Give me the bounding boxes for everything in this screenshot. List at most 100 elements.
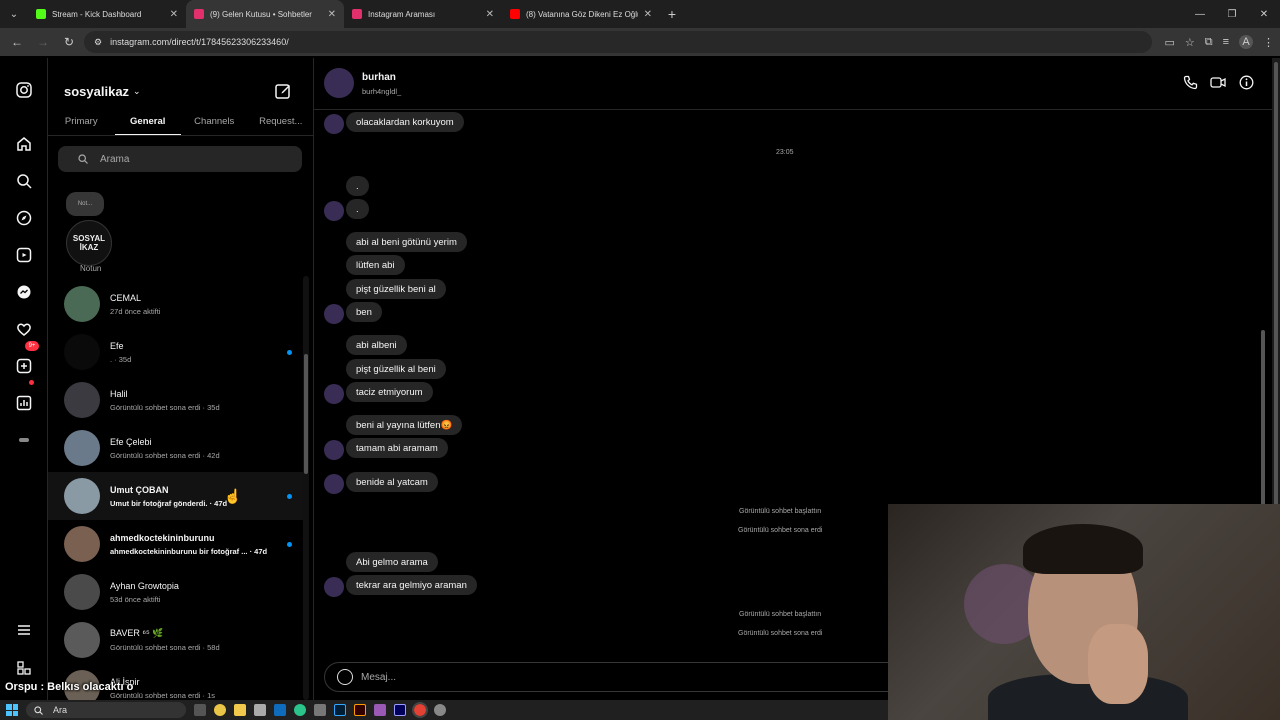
more-menu-icon[interactable]	[14, 620, 34, 640]
edge-icon[interactable]	[294, 704, 306, 716]
conversation-row[interactable]: Ayhan Growtopia 53d önce aktifti	[48, 568, 306, 616]
conversation-row[interactable]: BAVER ⁶⁵ 🌿 Görüntülü sohbet sona erdi · 5…	[48, 616, 306, 664]
notification-dot	[29, 380, 34, 385]
conversation-row[interactable]: ahmedkoctekininburunu ahmedkoctekininburu…	[48, 520, 306, 568]
explore-compass-icon[interactable]	[14, 208, 34, 228]
conversation-info-icon[interactable]	[1238, 74, 1254, 90]
tab-primary[interactable]: Primary	[48, 112, 115, 135]
browser-tab-active[interactable]: (9) Gelen Kutusu • Sohbetler ✕	[186, 0, 344, 28]
cast-icon[interactable]: ▭	[1164, 36, 1174, 49]
task-view-icon[interactable]	[194, 704, 206, 716]
browser-tab[interactable]: (8) Vatanına Göz Dikeni Ez Oğlu ✕	[502, 0, 660, 28]
app-icon[interactable]	[374, 704, 386, 716]
message-bubble[interactable]: pişt güzellik beni al	[346, 279, 446, 299]
browser-tab-strip: ⌄ Stream - Kick Dashboard ✕ (9) Gelen Ku…	[0, 0, 1280, 28]
inbox-scrollbar[interactable]	[303, 276, 309, 700]
chrome-active-icon[interactable]	[412, 702, 428, 718]
tab-search-icon[interactable]: ⌄	[0, 0, 28, 28]
threads-icon[interactable]	[14, 430, 34, 450]
photoshop-icon[interactable]	[334, 704, 346, 716]
message-bubble[interactable]: Abi gelmo arama	[346, 552, 438, 572]
create-plus-icon[interactable]	[14, 356, 34, 376]
taskbar-search[interactable]: Ara	[26, 702, 186, 718]
also-from-meta-icon[interactable]	[14, 658, 34, 678]
message-bubble[interactable]: beni al yayına lütfen😡	[346, 415, 463, 435]
avatar[interactable]	[324, 577, 344, 597]
conversation-row[interactable]: Halil Görüntülü sohbet sona erdi · 35d	[48, 376, 306, 424]
message-bubble[interactable]: lütfen abi	[346, 255, 405, 275]
messages-icon[interactable]	[14, 282, 34, 302]
phone-call-icon[interactable]	[1182, 74, 1198, 90]
chat-contact-name[interactable]: burhan	[362, 72, 396, 83]
conversation-row[interactable]: Efe Çelebi Görüntülü sohbet sona erdi · 4…	[48, 424, 306, 472]
browser-tab[interactable]: Instagram Araması ✕	[344, 0, 502, 28]
message-bubble[interactable]: tekrar ara gelmiyo araman	[346, 575, 477, 595]
message-bubble[interactable]: abi albeni	[346, 335, 407, 355]
avatar[interactable]	[324, 68, 354, 98]
windows-start-icon[interactable]	[6, 704, 18, 716]
emoji-icon[interactable]	[337, 669, 353, 685]
reload-icon[interactable]: ↻	[58, 31, 80, 53]
message-bubble[interactable]: .	[346, 199, 369, 219]
illustrator-icon[interactable]	[354, 704, 366, 716]
video-call-icon[interactable]	[1210, 74, 1226, 90]
close-tab-icon[interactable]: ✕	[486, 9, 494, 20]
search-icon[interactable]	[14, 171, 34, 191]
close-tab-icon[interactable]: ✕	[328, 9, 336, 20]
search-input[interactable]: Arama	[58, 146, 302, 172]
conversation-row[interactable]: CEMAL 27d önce aktifti	[48, 280, 306, 328]
new-tab-button[interactable]: +	[660, 6, 684, 22]
settings-icon[interactable]	[314, 704, 326, 716]
extensions-icon[interactable]: ⧉	[1205, 36, 1213, 49]
close-tab-icon[interactable]: ✕	[644, 9, 652, 20]
browser-tab[interactable]: Stream - Kick Dashboard ✕	[28, 0, 186, 28]
close-tab-icon[interactable]: ✕	[170, 9, 178, 20]
message-bubble[interactable]: benide al yatcam	[346, 472, 438, 492]
compose-new-message-icon[interactable]	[274, 82, 292, 100]
chrome-icon[interactable]	[214, 704, 226, 716]
dashboard-chart-icon[interactable]	[14, 393, 34, 413]
conversation-row[interactable]: Efe . · 35d	[48, 328, 306, 376]
app-icon[interactable]	[434, 704, 446, 716]
message-bubble[interactable]: tamam abi aramam	[346, 438, 448, 458]
inbox-scroll-thumb[interactable]	[304, 354, 308, 474]
restore-icon[interactable]: ❐	[1216, 0, 1248, 28]
tab-channels[interactable]: Channels	[181, 112, 248, 135]
tab-requests[interactable]: Request...	[248, 112, 314, 135]
avatar[interactable]	[324, 384, 344, 404]
avatar[interactable]	[324, 114, 344, 134]
app-icon[interactable]	[254, 704, 266, 716]
message-bubble[interactable]: ben	[346, 302, 382, 322]
minimize-icon[interactable]: —	[1184, 0, 1216, 28]
forward-arrow-icon[interactable]: →	[32, 31, 54, 53]
avatar[interactable]	[324, 201, 344, 221]
conversation-row[interactable]: Umut ÇOBAN Umut bir fotoğraf gönderdi. · …	[48, 472, 306, 520]
close-window-icon[interactable]: ✕	[1248, 0, 1280, 28]
outlook-icon[interactable]	[274, 704, 286, 716]
note-avatar[interactable]: SOSYAL İKAZ	[66, 220, 112, 266]
message-bubble[interactable]: pişt güzellik al beni	[346, 359, 446, 379]
profile-avatar[interactable]: A	[1239, 35, 1253, 49]
note-bubble[interactable]: Not...	[66, 192, 104, 216]
home-icon[interactable]	[14, 134, 34, 154]
tab-general[interactable]: General	[114, 112, 181, 135]
bookmark-star-icon[interactable]: ☆	[1185, 36, 1195, 49]
media-icon[interactable]: ≡	[1223, 36, 1229, 48]
instagram-logo-icon[interactable]	[14, 80, 34, 100]
message-bubble[interactable]: taciz etmiyorum	[346, 382, 433, 402]
reels-icon[interactable]	[14, 245, 34, 265]
message-bubble[interactable]: olacaklardan korkuyom	[346, 112, 464, 132]
premiere-icon[interactable]	[394, 704, 406, 716]
back-arrow-icon[interactable]: ←	[6, 31, 28, 53]
avatar[interactable]	[324, 304, 344, 324]
avatar[interactable]	[324, 440, 344, 460]
message-bubble[interactable]: abi al beni götünü yerim	[346, 232, 467, 252]
site-info-icon[interactable]: ⚙	[94, 37, 102, 48]
message-bubble[interactable]: .	[346, 176, 369, 196]
menu-kebab-icon[interactable]: ⋮	[1263, 36, 1274, 49]
notifications-heart-icon[interactable]	[14, 319, 34, 339]
file-explorer-icon[interactable]	[234, 704, 246, 716]
url-bar[interactable]: ⚙ instagram.com/direct/t/178456233062334…	[84, 31, 1153, 53]
account-switcher[interactable]: sosyalikaz ⌄	[64, 84, 141, 99]
avatar[interactable]	[324, 474, 344, 494]
